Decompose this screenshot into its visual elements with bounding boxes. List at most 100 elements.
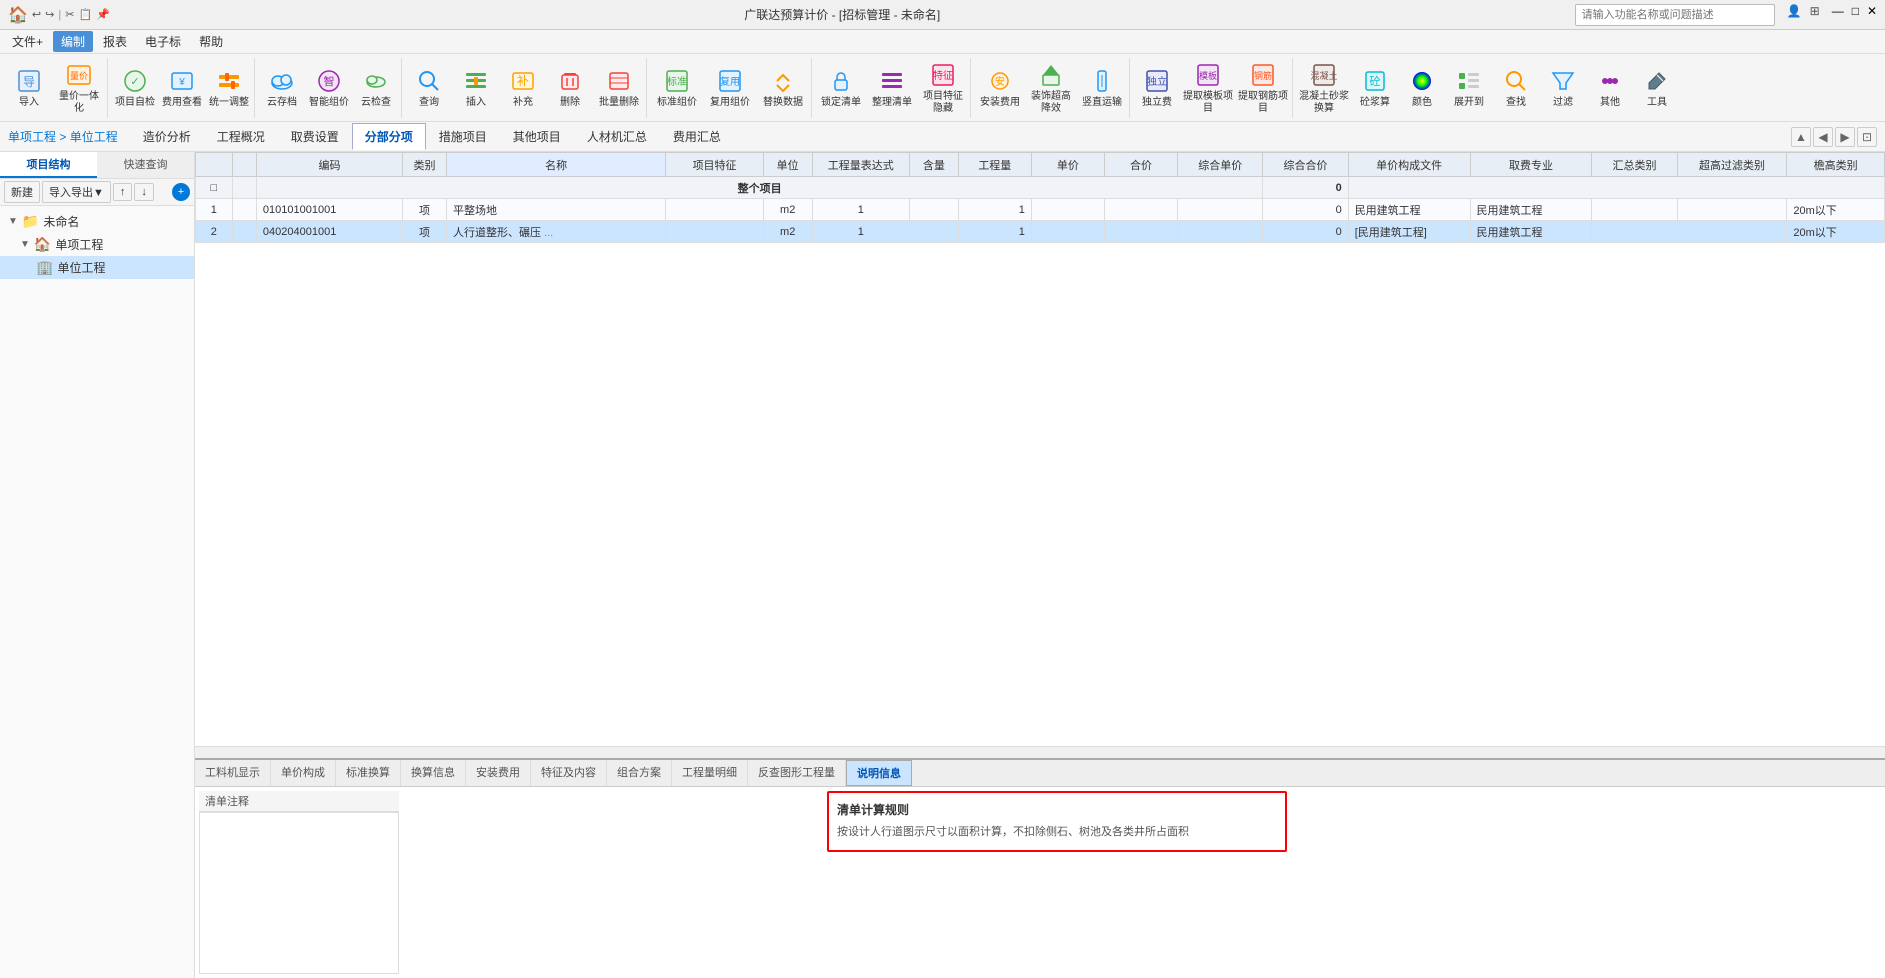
bottom-tab-materials[interactable]: 工料机显示 [195,760,271,786]
import-button[interactable]: 导 导入 [6,60,52,116]
bottom-tab-description[interactable]: 说明信息 [846,760,912,786]
row-code-2[interactable]: 040204001001 [256,221,402,243]
row-formula-1[interactable]: 1 [812,199,909,221]
add-icon-button[interactable]: + [172,183,190,201]
redo-icon[interactable]: ↪ [45,8,54,21]
row-amount-2[interactable]: 1 [958,221,1031,243]
row-feature-1[interactable] [666,199,763,221]
row-formula-2[interactable]: 1 [812,221,909,243]
sidebar-tab-quick[interactable]: 快速查询 [97,152,194,178]
tab-other-items[interactable]: 其他项目 [500,123,574,150]
find-button[interactable]: 查找 [1493,60,1539,116]
batch-delete-button[interactable]: 批量删除 [594,60,644,116]
nav-up-arrow[interactable]: ▲ [1791,127,1811,147]
paste-icon[interactable]: 📌 [96,8,110,21]
filter-button[interactable]: 过滤 [1540,60,1586,116]
reuse-price-button[interactable]: 复用 复用组价 [704,60,756,116]
unified-adjust-button[interactable]: 统一调整 [206,60,252,116]
new-button[interactable]: 新建 [4,181,40,203]
row-files-2[interactable]: [民用建筑工程] [1348,221,1470,243]
comment-body[interactable] [199,812,399,974]
tab-cost-analysis[interactable]: 造价分析 [130,123,204,150]
tree-unit-item[interactable]: 🏢 单位工程 [0,256,194,279]
tab-materials[interactable]: 人材机汇总 [574,123,660,150]
tab-fee-summary[interactable]: 费用汇总 [660,123,734,150]
nav-right-arrow[interactable]: ▶ [1835,127,1855,147]
row-specialty-1[interactable]: 民用建筑工程 [1470,199,1592,221]
install-fee-button[interactable]: 安 安装费用 [975,60,1025,116]
copy-icon[interactable]: 📋 [78,8,92,21]
global-search-input[interactable] [1575,4,1775,26]
group-expand[interactable]: □ [196,177,233,199]
cut-icon[interactable]: ✂ [65,8,74,21]
tab-fee-settings[interactable]: 取费设置 [278,123,352,150]
menu-ebid[interactable]: 电子标 [137,31,189,52]
maximize-button[interactable]: □ [1852,4,1859,26]
cloud-save-button[interactable]: 云存档 [259,60,305,116]
import-export-button[interactable]: 导入导出▼ [42,181,111,203]
undo-icon[interactable]: ↩ [32,8,41,21]
query-button[interactable]: 查询 [406,60,452,116]
tools-button[interactable]: 工具 [1634,60,1680,116]
bottom-tab-combo[interactable]: 组合方案 [607,760,672,786]
project-check-button[interactable]: ✓ 项目自检 [112,60,158,116]
minimize-button[interactable]: — [1832,4,1844,26]
extract-steel-button[interactable]: 钢筋 提取钢筋项目 [1236,60,1290,116]
feature-hide-button[interactable]: 特征 项目特征隐藏 [918,60,968,116]
qty-price-unity-button[interactable]: 量价 量价一体化 [53,60,105,116]
insert-button[interactable]: 插入 [453,60,499,116]
move-down-button[interactable]: ↓ [134,183,154,201]
horizontal-scrollbar[interactable] [195,746,1885,758]
supplement-button[interactable]: 补 补充 [500,60,546,116]
menu-report[interactable]: 报表 [95,31,135,52]
color-button[interactable]: 颜色 [1399,60,1445,116]
menu-help[interactable]: 帮助 [191,31,231,52]
smart-price-button[interactable]: 智 智能组价 [306,60,352,116]
decor-height-button[interactable]: 装饰超高降效 [1026,60,1076,116]
cloud-check-button[interactable]: 云检查 [353,60,399,116]
user-icon[interactable]: 👤 [1787,4,1802,26]
menu-file[interactable]: 文件+ [4,31,51,52]
vertical-transport-button[interactable]: 竖直运输 [1077,60,1127,116]
replace-data-button[interactable]: 替换数据 [757,60,809,116]
nav-expand-arrow[interactable]: ⊡ [1857,127,1877,147]
bottom-tab-std-convert[interactable]: 标准换算 [336,760,401,786]
fee-view-button[interactable]: ¥ 费用查看 [159,60,205,116]
bottom-tab-install-fee[interactable]: 安装费用 [466,760,531,786]
row-name-1[interactable]: 平整场地 [446,199,665,221]
breadcrumb-unit-item[interactable]: 单位工程 [70,130,118,144]
lock-list-button[interactable]: 锁定清单 [816,60,866,116]
nav-left-arrow[interactable]: ◀ [1813,127,1833,147]
bottom-tab-features[interactable]: 特征及内容 [531,760,607,786]
row-specialty-2[interactable]: 民用建筑工程 [1470,221,1592,243]
tab-measures[interactable]: 措施项目 [426,123,500,150]
row-more-icon[interactable]: ... [544,227,553,239]
row-feature-2[interactable] [666,221,763,243]
bottom-tab-qty-detail[interactable]: 工程量明细 [672,760,748,786]
menu-edit[interactable]: 编制 [53,31,93,52]
delete-button[interactable]: 删除 [547,60,593,116]
concrete-convert-button[interactable]: 混凝土 混凝土砂浆换算 [1297,60,1351,116]
row-amount-1[interactable]: 1 [958,199,1031,221]
standard-price-button[interactable]: 标准 标准组价 [651,60,703,116]
calc-button[interactable]: 砼 砼浆算 [1352,60,1398,116]
tree-unit-project[interactable]: ▼ 🏠 单项工程 [0,233,194,256]
bottom-tab-figure[interactable]: 反查图形工程量 [748,760,846,786]
close-button[interactable]: ✕ [1867,4,1877,26]
sidebar-tab-structure[interactable]: 项目结构 [0,152,97,178]
row-files-1[interactable]: 民用建筑工程 [1348,199,1470,221]
expand-button[interactable]: 展开到 [1446,60,1492,116]
bottom-tab-convert-info[interactable]: 换算信息 [401,760,466,786]
bottom-tab-price-comp[interactable]: 单价构成 [271,760,336,786]
tree-root[interactable]: ▼ 📁 未命名 [0,210,194,233]
grid-icon[interactable]: ⊞ [1810,4,1820,26]
move-up-button[interactable]: ↑ [113,183,133,201]
tab-sections[interactable]: 分部分项 [352,123,426,150]
extract-template-button[interactable]: 模板 提取模板项目 [1181,60,1235,116]
table-area[interactable]: 编码 类别 名称 项目特征 单位 工程量表达式 含量 工程量 单价 合价 综合单… [195,152,1885,746]
arrange-list-button[interactable]: 整理清单 [867,60,917,116]
tab-project-overview[interactable]: 工程概况 [204,123,278,150]
row-name-2[interactable]: 人行道整形、碾压 ... [446,221,665,243]
standalone-fee-button[interactable]: 独立 独立费 [1134,60,1180,116]
breadcrumb-unit-project[interactable]: 单项工程 [8,130,56,144]
